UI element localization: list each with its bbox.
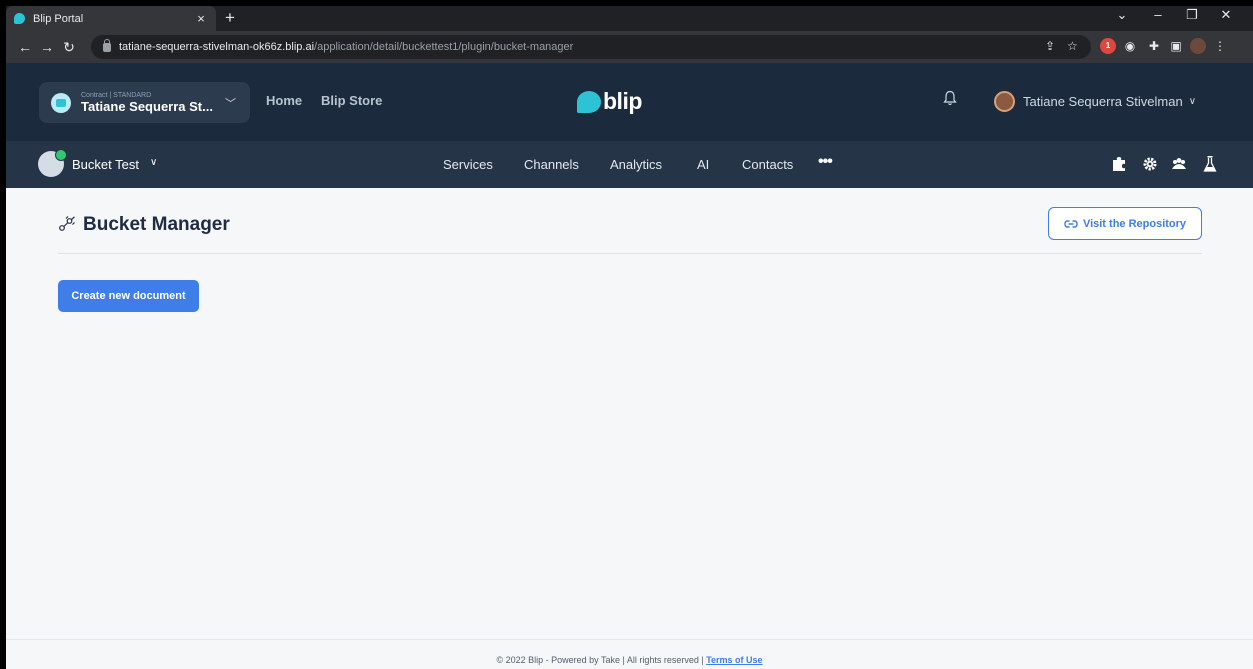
- user-menu[interactable]: Tatiane Sequerra Stivelman ∨: [994, 91, 1196, 112]
- page-title: Bucket Manager: [83, 214, 230, 235]
- nav-contacts[interactable]: Contacts: [742, 157, 793, 172]
- avatar: [994, 91, 1015, 112]
- nav-blip-store[interactable]: Blip Store: [321, 93, 382, 108]
- tab-search-icon[interactable]: ⌄: [1112, 7, 1132, 23]
- bot-navbar: Bucket Test ∨ Services Channels Analytic…: [6, 141, 1253, 188]
- extension-badge-icon[interactable]: 1: [1100, 38, 1116, 54]
- maximize-icon[interactable]: ❐: [1182, 7, 1202, 23]
- link-icon: [1064, 219, 1078, 228]
- visit-repository-button[interactable]: Visit the Repository: [1048, 207, 1202, 240]
- page-header: Bucket Manager Visit the Repository: [58, 206, 1202, 254]
- chevron-down-icon: ∨: [1188, 96, 1197, 107]
- reload-icon[interactable]: ↻: [58, 39, 80, 56]
- create-new-document-button[interactable]: Create new document: [58, 280, 199, 312]
- new-tab-button[interactable]: +: [220, 8, 240, 28]
- top-header: Contract | STANDARD Tatiane Sequerra St.…: [6, 63, 1253, 141]
- tab-strip: Blip Portal × + ⌄ – ❐ ✕: [6, 6, 1253, 31]
- lab-flask-icon[interactable]: [1202, 155, 1218, 173]
- share-icon[interactable]: ⇪: [1045, 39, 1055, 53]
- footer: © 2022 Blip - Powered by Take | All righ…: [6, 639, 1253, 669]
- extension-eye-icon[interactable]: ◉: [1122, 38, 1138, 54]
- extensions-puzzle-icon[interactable]: ✚: [1146, 38, 1162, 54]
- nav-ai[interactable]: AI: [697, 157, 709, 172]
- tab-title: Blip Portal: [33, 12, 84, 25]
- nav-channels[interactable]: Channels: [524, 157, 579, 172]
- extensions-puzzle-icon[interactable]: [1111, 155, 1127, 173]
- back-icon[interactable]: ←: [14, 39, 36, 55]
- blip-bubble-icon: [577, 90, 601, 113]
- side-panel-icon[interactable]: ▣: [1168, 38, 1184, 54]
- close-window-icon[interactable]: ✕: [1216, 7, 1236, 23]
- bell-icon[interactable]: [943, 90, 957, 106]
- gear-icon[interactable]: [1142, 155, 1158, 173]
- bot-name[interactable]: Bucket Test: [72, 157, 139, 172]
- browser-tab[interactable]: Blip Portal ×: [6, 6, 216, 31]
- nav-home[interactable]: Home: [266, 93, 302, 108]
- logo-text: blip: [603, 88, 642, 114]
- contract-label: Contract | STANDARD: [81, 91, 152, 99]
- briefcase-icon: [51, 92, 71, 113]
- profile-avatar-icon[interactable]: [1190, 38, 1206, 54]
- terms-of-use-link[interactable]: Terms of Use: [706, 655, 762, 665]
- contract-name: Tatiane Sequerra St...: [81, 98, 213, 114]
- plugin-icon: [59, 216, 75, 231]
- bot-avatar[interactable]: [38, 149, 67, 177]
- chevron-down-icon: ﹀: [224, 97, 236, 110]
- contract-selector[interactable]: Contract | STANDARD Tatiane Sequerra St.…: [39, 82, 250, 123]
- user-name: Tatiane Sequerra Stivelman: [1023, 94, 1183, 109]
- bookmark-star-icon[interactable]: ☆: [1067, 39, 1078, 53]
- url-path: /application/detail/buckettest1/plugin/b…: [314, 41, 574, 53]
- nav-analytics[interactable]: Analytics: [610, 157, 662, 172]
- tab-close-icon[interactable]: ×: [194, 11, 208, 26]
- minimize-icon[interactable]: –: [1148, 7, 1168, 22]
- browser-toolbar: ← → ↻ tatiane-sequerra-stivelman-ok66z.b…: [6, 31, 1253, 63]
- team-icon[interactable]: [1171, 155, 1187, 173]
- browser-menu-icon[interactable]: ⋮: [1212, 38, 1228, 54]
- url-host: tatiane-sequerra-stivelman-ok66z.blip.ai: [119, 41, 315, 53]
- visit-repository-label: Visit the Repository: [1082, 217, 1187, 230]
- chevron-down-icon[interactable]: ∨: [150, 157, 157, 168]
- address-bar[interactable]: tatiane-sequerra-stivelman-ok66z.blip.ai…: [91, 35, 1091, 59]
- footer-text: © 2022 Blip - Powered by Take | All righ…: [496, 655, 707, 665]
- lock-icon: [103, 38, 111, 52]
- portal-page: Contract | STANDARD Tatiane Sequerra St.…: [6, 63, 1253, 669]
- blip-logo[interactable]: blip: [577, 88, 642, 115]
- blip-favicon-icon: [14, 13, 25, 24]
- browser-chrome: Blip Portal × + ⌄ – ❐ ✕ ← → ↻ tatiane-se…: [6, 6, 1253, 63]
- nav-services[interactable]: Services: [443, 157, 493, 172]
- forward-icon[interactable]: →: [36, 39, 58, 55]
- more-options-icon[interactable]: •••: [818, 153, 833, 171]
